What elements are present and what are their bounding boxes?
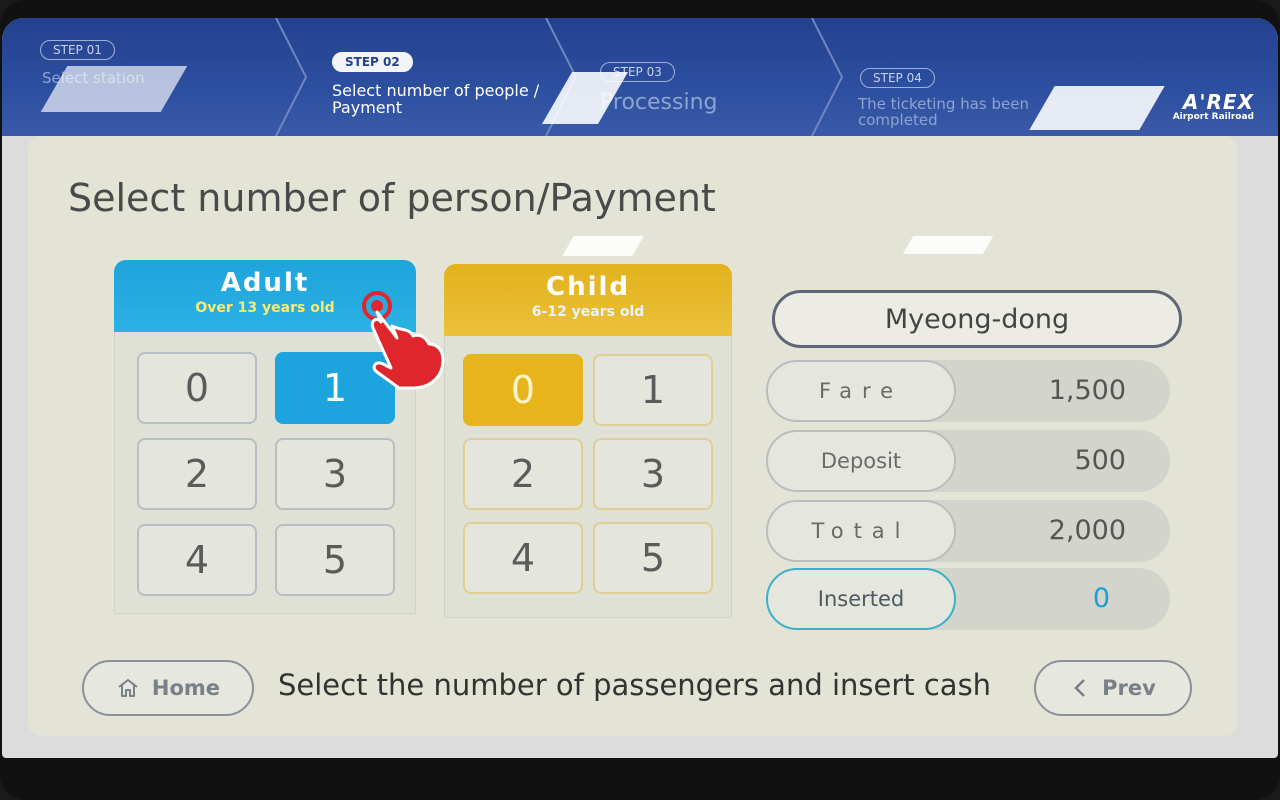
arex-logo: A'REX Airport Railroad	[1173, 90, 1254, 122]
instruction-text: Select the number of passengers and inse…	[278, 668, 992, 702]
total-label: Total	[766, 500, 956, 562]
screen-glare	[1029, 86, 1165, 130]
adult-count-3-button[interactable]: 3	[275, 438, 395, 510]
deposit-label: Deposit	[766, 430, 956, 492]
step-02-label: Select number of people / Payment	[332, 81, 540, 117]
kiosk-screen: STEP 01 Select station STEP 02 Select nu…	[2, 18, 1278, 758]
inserted-row: Inserted 0	[766, 568, 1170, 630]
home-button[interactable]: Home	[82, 660, 254, 716]
inserted-value: 0	[1092, 583, 1110, 614]
inserted-label: Inserted	[766, 568, 956, 630]
child-count-4-button[interactable]: 4	[463, 522, 583, 594]
child-subtitle: 6-12 years old	[531, 304, 645, 320]
child-count-0-button[interactable]: 0	[463, 354, 583, 426]
adult-count-0-button[interactable]: 0	[137, 352, 257, 424]
child-header: Child 6-12 years old	[444, 264, 732, 336]
adult-count-5-button[interactable]: 5	[275, 524, 395, 596]
step-04-chip: STEP 04	[860, 68, 935, 88]
step-04-label: The ticketing has been completed	[858, 95, 1029, 129]
main-panel: Select number of person/Payment Adult Ov…	[28, 136, 1238, 736]
kiosk-bezel: STEP 01 Select station STEP 02 Select nu…	[0, 0, 1280, 800]
logo-sub: Airport Railroad	[1172, 112, 1254, 122]
screen-glare	[902, 236, 994, 254]
step-progress-bar: STEP 01 Select station STEP 02 Select nu…	[2, 18, 1278, 136]
step-divider-1	[275, 18, 308, 136]
step-03-label: Processing	[600, 90, 718, 115]
child-count-1-button[interactable]: 1	[593, 354, 713, 426]
fare-label: Fare	[766, 360, 956, 422]
child-group: Child 6-12 years old 0 1 2 3 4 5	[444, 264, 732, 618]
pointing-hand-icon	[362, 291, 445, 390]
child-number-pad: 0 1 2 3 4 5	[444, 336, 732, 618]
destination-station: Myeong-dong	[772, 290, 1182, 348]
step-02-chip: STEP 02	[332, 52, 413, 72]
step-01-chip: STEP 01	[40, 40, 115, 60]
adult-count-2-button[interactable]: 2	[137, 438, 257, 510]
screen-glare	[562, 236, 644, 256]
child-title: Child	[545, 272, 631, 302]
step-02: STEP 02 Select number of people / Paymen…	[312, 18, 552, 136]
chevron-left-icon	[1074, 679, 1086, 697]
total-row: Total 2,000	[766, 500, 1170, 562]
adult-count-4-button[interactable]: 4	[137, 524, 257, 596]
child-count-2-button[interactable]: 2	[463, 438, 583, 510]
fare-row: Fare 1,500	[766, 360, 1170, 422]
deposit-row: Deposit 500	[766, 430, 1170, 492]
logo-main: A'REX	[1182, 90, 1254, 114]
deposit-value: 500	[1074, 445, 1126, 476]
home-icon	[118, 679, 138, 697]
child-count-3-button[interactable]: 3	[593, 438, 713, 510]
prev-button-label: Prev	[1102, 676, 1156, 700]
total-value: 2,000	[1048, 515, 1126, 546]
step-03: STEP 03 Processing	[592, 18, 822, 136]
page-title: Select number of person/Payment	[68, 176, 716, 220]
home-button-label: Home	[151, 676, 221, 700]
prev-button[interactable]: Prev	[1034, 660, 1192, 716]
fare-value: 1,500	[1048, 375, 1126, 406]
step-divider-3	[811, 18, 844, 136]
child-count-5-button[interactable]: 5	[593, 522, 713, 594]
